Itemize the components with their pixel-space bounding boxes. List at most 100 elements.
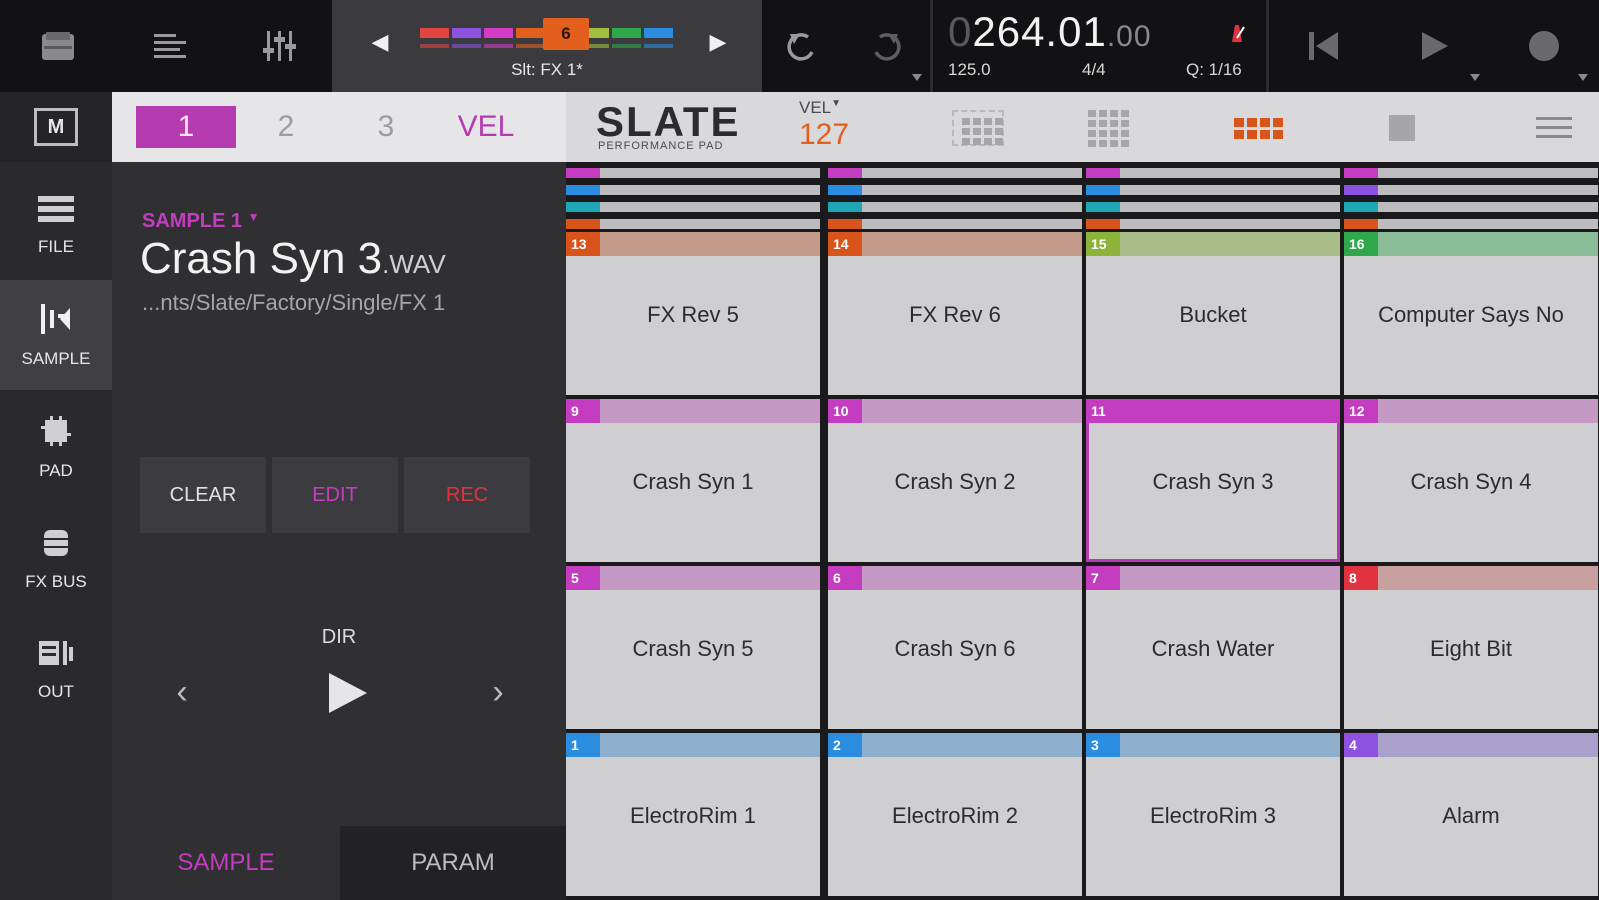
pad-layer-line [566, 202, 820, 212]
pad-color-bar [1344, 399, 1598, 423]
pad-grid-bank-icon[interactable] [1230, 108, 1286, 148]
pad-layer-color-chip [1086, 202, 1120, 212]
pad-color-bar [1086, 733, 1340, 757]
rec-button[interactable]: REC [404, 457, 530, 533]
pad-area: SLATE PERFORMANCE PAD VEL▼ 127 13 FX Rev… [566, 92, 1599, 900]
redo-icon[interactable] [856, 18, 916, 74]
list-icon[interactable] [140, 18, 200, 74]
pad-5[interactable]: 5 Crash Syn 5 [566, 566, 820, 729]
metronome-icon[interactable] [1226, 22, 1248, 49]
bottom-tab-param[interactable]: PARAM [340, 826, 566, 900]
file-list-icon [36, 194, 76, 229]
go-to-start-icon[interactable] [1294, 18, 1354, 74]
pad-layer-line [1086, 168, 1340, 178]
quantize-value[interactable]: Q: 1/16 [1186, 60, 1242, 80]
mixer-icon[interactable] [250, 18, 310, 74]
layer-tab-1[interactable]: 1 [136, 106, 236, 148]
pad-label: Crash Syn 5 [632, 636, 754, 661]
pad-6[interactable]: 6 Crash Syn 6 [828, 566, 1082, 729]
browser-icon[interactable] [28, 18, 88, 74]
pad-9[interactable]: 9 Crash Syn 1 [566, 399, 820, 562]
pad-16[interactable]: 16 Computer Says No [1344, 232, 1598, 395]
pad-layer-line [1344, 168, 1598, 178]
velocity-tab[interactable]: VEL [436, 106, 536, 148]
pad-14[interactable]: 14 FX Rev 6 [828, 232, 1082, 395]
fx-bus-icon [38, 527, 74, 564]
nav-out[interactable]: OUT [0, 614, 112, 724]
direction-next-button[interactable]: › [478, 672, 518, 712]
direction-prev-button[interactable]: ‹ [162, 672, 202, 712]
pad-layer-line [828, 202, 1082, 212]
record-icon[interactable] [1514, 18, 1574, 74]
pad-label: FX Rev 6 [909, 302, 1001, 327]
pad-4[interactable]: 4 Alarm [1344, 733, 1598, 896]
nav-file[interactable]: FILE [0, 170, 112, 280]
undo-icon[interactable] [772, 18, 832, 74]
velocity-value[interactable]: 127 [799, 118, 849, 152]
velocity-label[interactable]: VEL▼ [799, 98, 841, 118]
pad-color-bar [828, 232, 1082, 256]
pad-grid-4x4-icon[interactable] [1080, 108, 1136, 148]
nav-fx-bus[interactable]: FX BUS [0, 504, 112, 614]
pad-layer-color-chip [1344, 168, 1378, 178]
sequence-strip-segment [420, 28, 449, 38]
pad-label: ElectroRim 2 [892, 803, 1018, 828]
nav-pad[interactable]: PAD [0, 392, 112, 502]
pad-3[interactable]: 3 ElectroRim 3 [1086, 733, 1340, 896]
pad-layer-line [1086, 185, 1340, 195]
sequence-strip-subsegment [644, 44, 673, 48]
tempo-value[interactable]: 125.0 [948, 60, 991, 80]
sample-slot-selector[interactable]: SAMPLE 1 ▼ [142, 210, 259, 233]
play-menu-icon[interactable] [1470, 74, 1480, 81]
sequence-strip-subsegment [484, 44, 513, 48]
pad-11[interactable]: 11 Crash Syn 3 [1086, 399, 1340, 562]
divider [1266, 0, 1269, 92]
sample-waveform-icon [36, 302, 76, 341]
sequence-strip-subsegment [452, 44, 481, 48]
pad-label: Eight Bit [1430, 636, 1512, 661]
layer-tab-3[interactable]: 3 [336, 106, 436, 148]
pad-layer-color-chip [1086, 185, 1120, 195]
sequence-number[interactable]: 6 [543, 18, 589, 50]
pad-10[interactable]: 10 Crash Syn 2 [828, 399, 1082, 562]
redo-menu-icon[interactable] [912, 74, 922, 81]
pad-7[interactable]: 7 Crash Water [1086, 566, 1340, 729]
next-sequence-button[interactable]: ▶ [698, 24, 738, 60]
pad-color-bar [1344, 733, 1598, 757]
nav-fx-bus-label: FX BUS [25, 571, 87, 591]
mini-grid [1087, 109, 1129, 147]
menu-icon[interactable] [1526, 108, 1582, 148]
pad-8[interactable]: 8 Eight Bit [1344, 566, 1598, 729]
layer-tab-2[interactable]: 2 [236, 106, 336, 148]
record-menu-icon[interactable] [1578, 74, 1588, 81]
pad-2[interactable]: 2 ElectroRim 2 [828, 733, 1082, 896]
grid-frame [952, 110, 1004, 146]
sample-panel: 1 2 3 VEL SAMPLE 1 ▼ Crash Syn 3.WAV ...… [112, 92, 566, 900]
pad-label: Crash Water [1151, 636, 1275, 661]
play-icon[interactable] [1404, 18, 1464, 74]
single-pad-square [1389, 115, 1415, 141]
pad-layer-line [566, 168, 820, 178]
sequence-strip-subsegment [612, 44, 641, 48]
pad-1[interactable]: 1 ElectroRim 1 [566, 733, 820, 896]
pad-grid-expanded-icon[interactable] [950, 108, 1006, 148]
clear-button[interactable]: CLEAR [140, 457, 266, 533]
pad-label: Crash Syn 2 [894, 469, 1016, 494]
pad-color-bar [566, 399, 820, 423]
time-main-value: 264.01 [972, 8, 1107, 55]
bottom-tab-sample[interactable]: SAMPLE [112, 826, 340, 900]
pad-13[interactable]: 13 FX Rev 5 [566, 232, 820, 395]
m-label: M [34, 108, 78, 146]
single-pad-icon[interactable] [1374, 108, 1430, 148]
direction-play-icon[interactable] [322, 668, 372, 718]
edit-button[interactable]: EDIT [272, 457, 398, 533]
pad-12[interactable]: 12 Crash Syn 4 [1344, 399, 1598, 562]
pad-layer-color-chip [828, 202, 862, 212]
time-signature[interactable]: 4/4 [1082, 60, 1106, 80]
main-mode-button[interactable]: M [0, 92, 112, 162]
nav-sample[interactable]: SAMPLE [0, 280, 112, 390]
time-counter[interactable]: 0264.01.00 [948, 8, 1152, 56]
pad-15[interactable]: 15 Bucket [1086, 232, 1340, 395]
prev-sequence-button[interactable]: ◀ [360, 24, 400, 60]
pad-color-bar [1086, 566, 1340, 590]
